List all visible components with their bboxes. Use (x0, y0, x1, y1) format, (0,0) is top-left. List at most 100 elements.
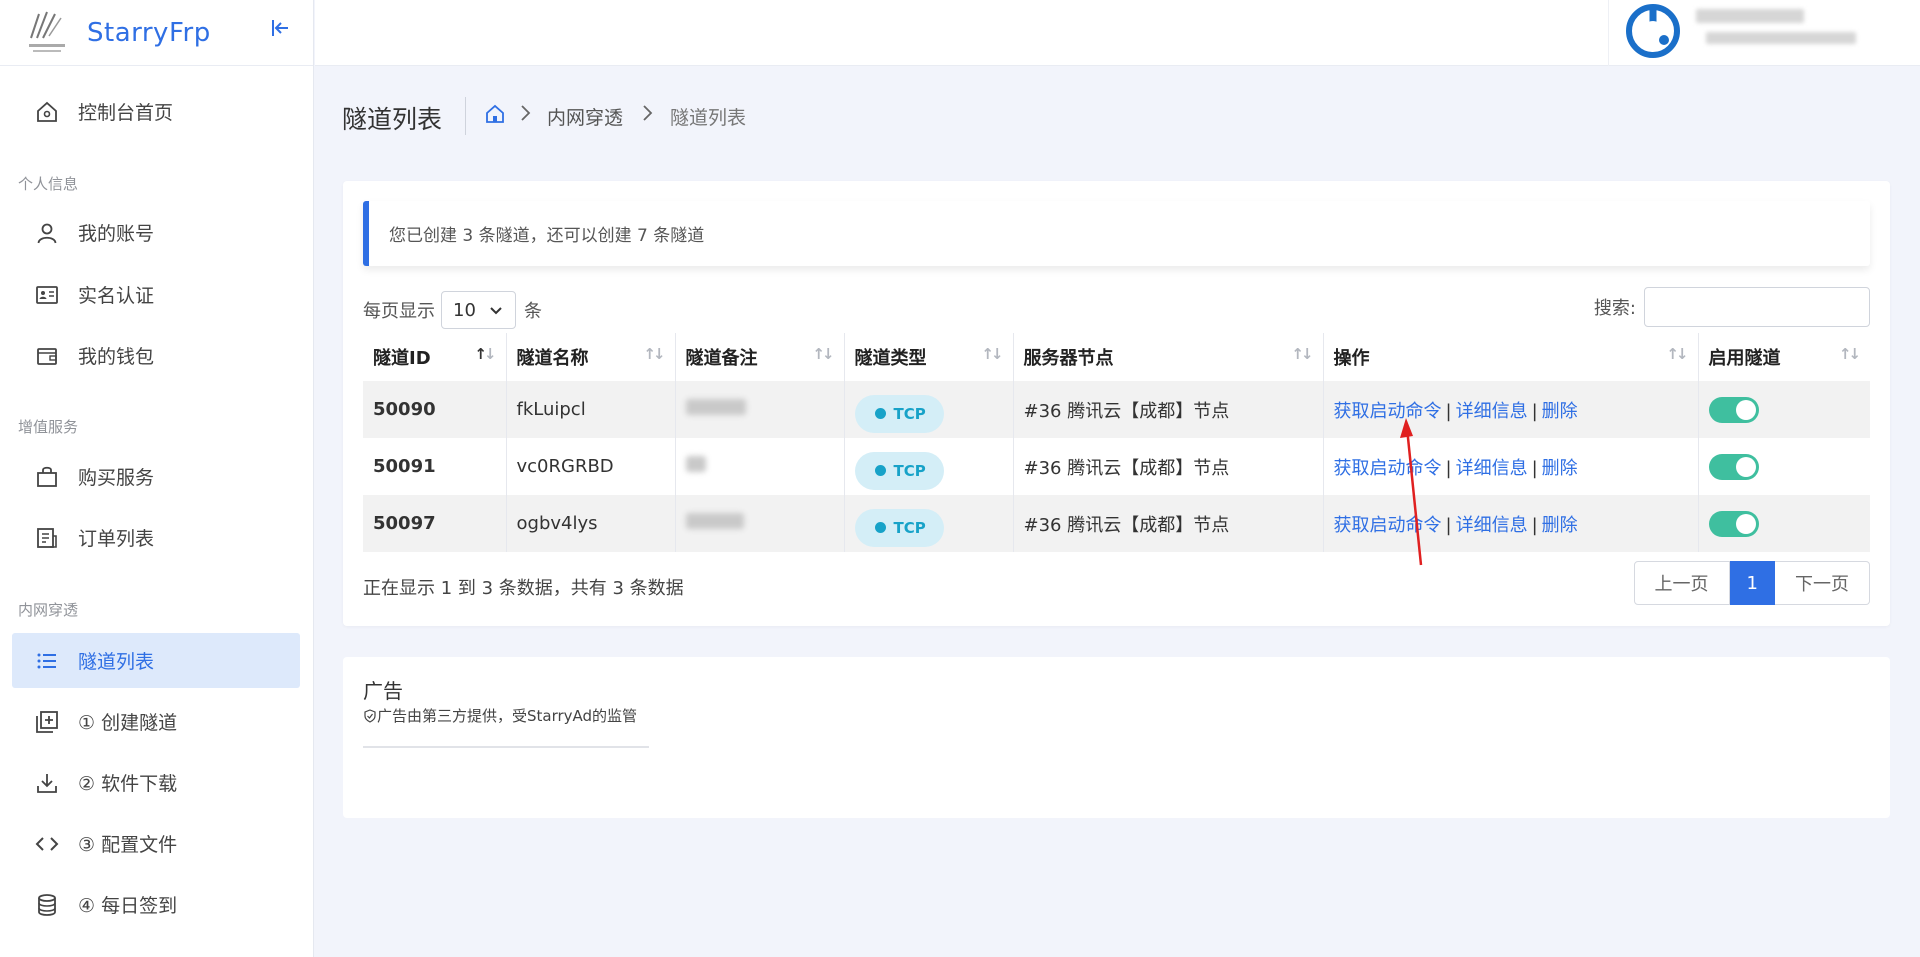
enable-tunnel-toggle[interactable] (1708, 453, 1759, 480)
sidebar-item-label: 隧道列表 (78, 651, 155, 673)
breadcrumb-chevron-icon (640, 103, 654, 123)
cell-name: ogbv4lys (506, 495, 676, 552)
ad-title: 广告 (363, 679, 403, 703)
sidebar-item-label: 控制台首页 (78, 102, 174, 124)
tunnel-table: 隧道ID ↑↓ 隧道名称 ↑↓ 隧道备注 ↑↓ 隧道类型 ↑↓ 服务器节点 ↑↓ 操作 ↑↓… (363, 333, 1870, 552)
header-actions[interactable]: 操作 ↑↓ (1323, 333, 1699, 381)
tcp-badge: TCP (854, 451, 944, 490)
sidebar-item-account[interactable]: 我的账号 (12, 205, 300, 260)
details-link[interactable]: 详细信息 (1456, 401, 1528, 422)
shopping-bag-icon (33, 463, 61, 491)
brand-logo (25, 8, 69, 58)
delete-link[interactable]: 删除 (1542, 401, 1578, 422)
per-page-select[interactable]: 10 (441, 291, 516, 329)
ad-divider (363, 746, 649, 748)
add-square-icon (33, 708, 61, 736)
sort-asc-icon: ↑↓ (474, 345, 496, 363)
cell-remark (675, 381, 845, 438)
tunnel-quota-alert: 您已创建 3 条隧道，还可以创建 7 条隧道 (363, 201, 1870, 266)
header-server-node[interactable]: 服务器节点 ↑↓ (1013, 333, 1324, 381)
get-start-command-link[interactable]: 获取启动命令 (1334, 515, 1442, 536)
receipt-icon (33, 524, 61, 552)
table-info: 正在显示 1 到 3 条数据，共有 3 条数据 (363, 578, 684, 599)
sidebar-item-create-tunnel[interactable]: ① 创建隧道 (12, 694, 300, 749)
section-tunnel: 内网穿透 (18, 601, 79, 619)
badge-dot (874, 522, 886, 533)
table-row: 50090 fkLuipcl TCP #36 腾讯云【成都】节点 获取启动命令 |… (363, 381, 1870, 438)
sort-icon: ↑↓ (1291, 345, 1313, 363)
remark-blurred (685, 456, 706, 472)
cell-remark (675, 495, 845, 552)
collapse-sidebar-button[interactable] (266, 14, 294, 42)
table-row: 50091 vc0RGRBD TCP #36 腾讯云【成都】节点 获取启动命令 |… (363, 438, 1870, 495)
tcp-badge: TCP (854, 394, 944, 433)
cell-id: 50090 (363, 381, 507, 438)
database-icon (33, 891, 61, 919)
sidebar-item-dashboard[interactable]: 控制台首页 (12, 84, 300, 139)
cell-id: 50091 (363, 438, 507, 495)
user-avatar[interactable] (1626, 4, 1680, 58)
brand-name: StarryFrp (87, 17, 211, 48)
breadcrumb-home-icon[interactable] (485, 104, 507, 126)
cell-remark (675, 438, 845, 495)
header-tunnel-type[interactable]: 隧道类型 ↑↓ (844, 333, 1014, 381)
cell-type: TCP (844, 438, 1014, 495)
cell-actions: 获取启动命令 | 详细信息 | 删除 (1323, 495, 1699, 552)
sidebar-item-download[interactable]: ② 软件下载 (12, 755, 300, 810)
cell-name: vc0RGRBD (506, 438, 676, 495)
enable-tunnel-toggle[interactable] (1708, 396, 1759, 423)
details-link[interactable]: 详细信息 (1456, 458, 1528, 479)
page-1-button[interactable]: 1 (1729, 561, 1775, 605)
sidebar-item-wallet[interactable]: 我的钱包 (12, 328, 300, 383)
details-link[interactable]: 详细信息 (1456, 515, 1528, 536)
next-page-button[interactable]: 下一页 (1775, 561, 1870, 605)
sidebar-item-verification[interactable]: 实名认证 (12, 267, 300, 322)
remark-blurred (685, 513, 744, 529)
perpage-suffix: 条 (524, 301, 542, 322)
download-icon (33, 769, 61, 797)
cell-node: #36 腾讯云【成都】节点 (1013, 495, 1324, 552)
get-start-command-link[interactable]: 获取启动命令 (1334, 401, 1442, 422)
section-services: 增值服务 (18, 418, 79, 436)
ad-card: 广告 广告由第三方提供，受StarryAd的监管 (343, 657, 1890, 818)
delete-link[interactable]: 删除 (1542, 515, 1578, 536)
breadcrumb-current: 隧道列表 (670, 107, 747, 129)
list-icon (33, 647, 61, 675)
breadcrumb-tunnel[interactable]: 内网穿透 (547, 103, 623, 130)
chevron-down-icon (490, 307, 502, 315)
per-page-value: 10 (453, 299, 476, 321)
sidebar-item-checkin[interactable]: ④ 每日签到 (12, 877, 300, 932)
cell-actions: 获取启动命令 | 详细信息 | 删除 (1323, 381, 1699, 438)
sidebar-item-buy[interactable]: 购买服务 (12, 449, 300, 504)
cell-id: 50097 (363, 495, 507, 552)
cell-name: fkLuipcl (506, 381, 676, 438)
user-icon (33, 219, 61, 247)
wallet-icon (33, 342, 61, 370)
header-tunnel-id[interactable]: 隧道ID ↑↓ (363, 333, 507, 381)
sidebar: StarryFrp 控制台首页 个人信息 我的账号 实名认证 我的钱包 增值服务… (0, 0, 314, 957)
delete-link[interactable]: 删除 (1542, 458, 1578, 479)
cell-actions: 获取启动命令 | 详细信息 | 删除 (1323, 438, 1699, 495)
enable-tunnel-toggle[interactable] (1708, 510, 1759, 537)
header-tunnel-name[interactable]: 隧道名称 ↑↓ (506, 333, 676, 381)
cell-enabled (1698, 495, 1870, 552)
shield-icon (364, 708, 376, 723)
get-start-command-link[interactable]: 获取启动命令 (1334, 458, 1442, 479)
sidebar-item-label: 我的账号 (78, 223, 155, 245)
title-divider (465, 97, 466, 135)
cell-node: #36 腾讯云【成都】节点 (1013, 381, 1324, 438)
sidebar-item-label: ① 创建隧道 (78, 712, 178, 734)
sort-icon: ↑↓ (981, 345, 1003, 363)
sidebar-item-tunnel-list[interactable]: 隧道列表 (12, 633, 300, 688)
sidebar-item-label: 实名认证 (78, 285, 155, 307)
tunnel-card: 您已创建 3 条隧道，还可以创建 7 条隧道 每页显示 10 条 搜索: 隧道I… (343, 181, 1890, 626)
sidebar-item-config[interactable]: ③ 配置文件 (12, 816, 300, 871)
code-icon (33, 830, 61, 858)
header-enabled[interactable]: 启用隧道 ↑↓ (1698, 333, 1870, 381)
alert-text: 您已创建 3 条隧道，还可以创建 7 条隧道 (389, 226, 705, 246)
cell-node: #36 腾讯云【成都】节点 (1013, 438, 1324, 495)
sidebar-item-orders[interactable]: 订单列表 (12, 510, 300, 565)
prev-page-button[interactable]: 上一页 (1633, 561, 1730, 605)
search-input[interactable] (1644, 287, 1870, 327)
header-tunnel-remark[interactable]: 隧道备注 ↑↓ (675, 333, 845, 381)
